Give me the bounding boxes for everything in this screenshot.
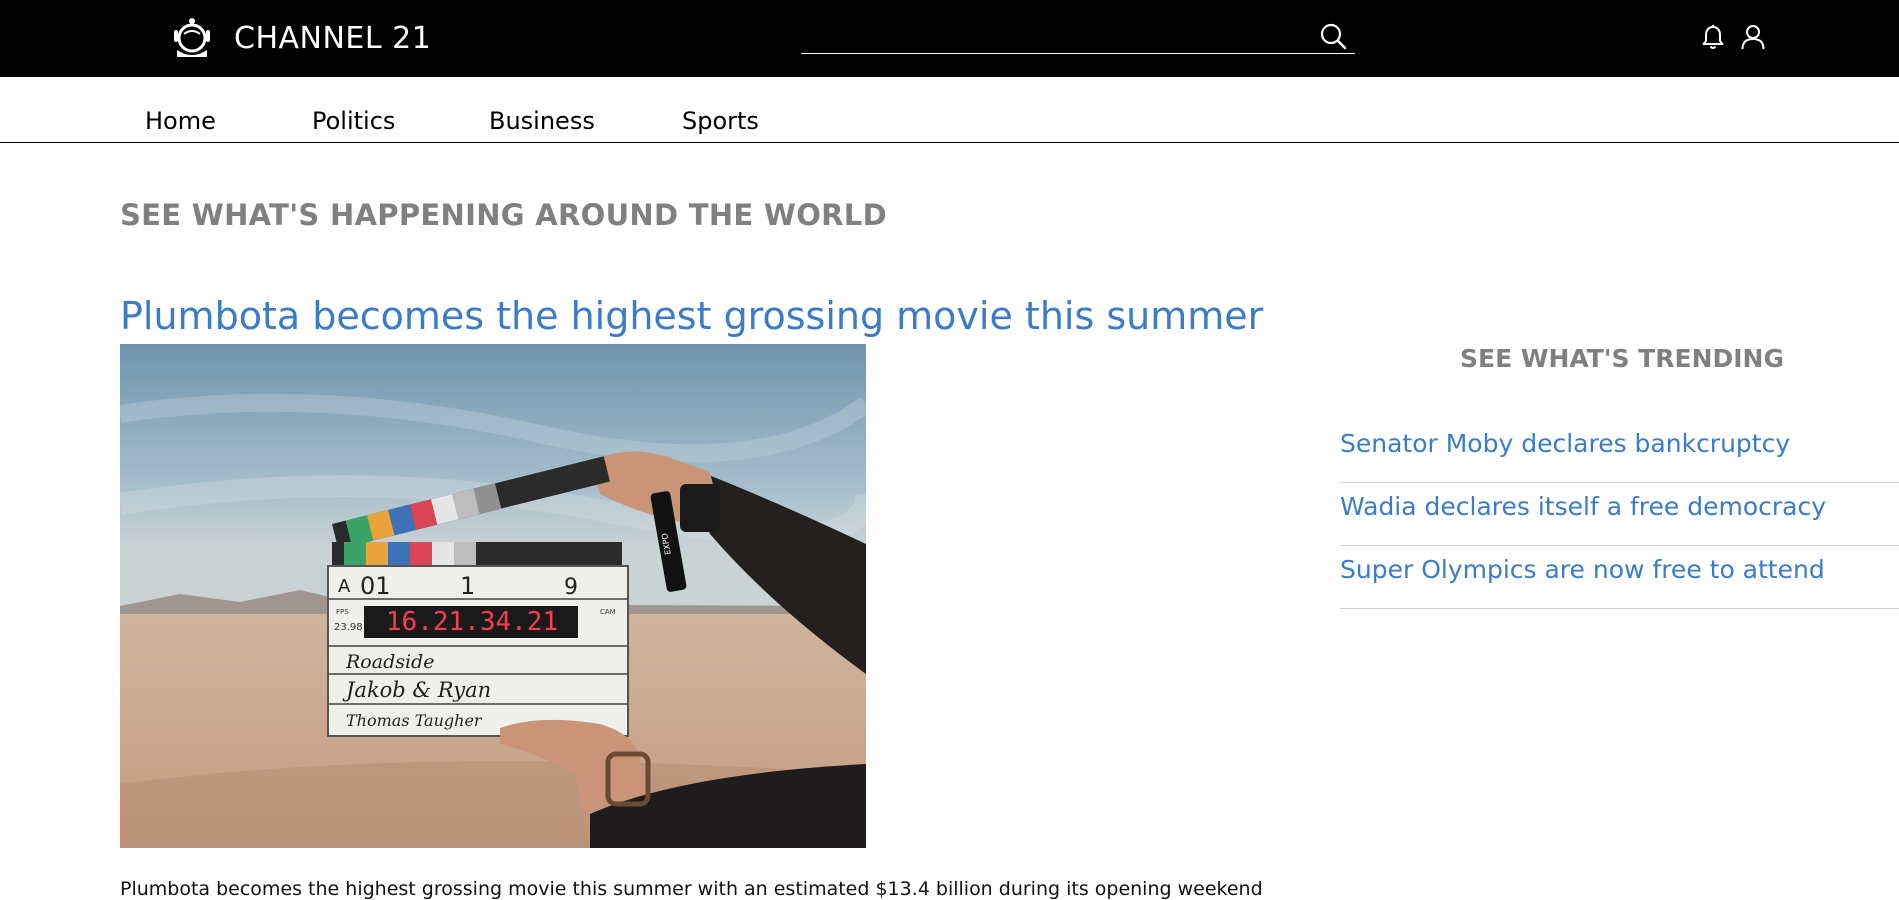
trending-item[interactable]: Super Olympics are now free to attend bbox=[1340, 546, 1899, 609]
trending-heading: SEE WHAT'S TRENDING bbox=[1460, 344, 1784, 373]
featured-headline-link[interactable]: Plumbota becomes the highest grossing mo… bbox=[120, 294, 1263, 338]
trending-list: Senator Moby declares bankcruptcy Wadia … bbox=[1340, 420, 1899, 609]
nav-item-business[interactable]: Business bbox=[489, 107, 595, 135]
trending-item[interactable]: Wadia declares itself a free democracy bbox=[1340, 483, 1899, 546]
slate-camera-op: Thomas Taugher bbox=[346, 711, 483, 730]
main-nav: Home Politics Business Sports bbox=[0, 77, 1899, 143]
brand-name: CHANNEL 21 bbox=[234, 20, 432, 56]
top-header: CHANNEL 21 bbox=[0, 0, 1899, 77]
slate-shot: 1 bbox=[460, 572, 475, 600]
slate-take: 9 bbox=[564, 575, 578, 600]
search-icon[interactable] bbox=[1319, 22, 1347, 50]
slate-roll: A bbox=[338, 576, 351, 597]
nav-item-politics[interactable]: Politics bbox=[312, 107, 395, 135]
featured-image[interactable]: 16.21.34.21 A 01 1 9 FPS 23.98 CAM Roads… bbox=[120, 344, 866, 848]
timecode-display: 16.21.34.21 bbox=[386, 607, 558, 637]
section-heading: SEE WHAT'S HAPPENING AROUND THE WORLD bbox=[120, 198, 887, 232]
article-summary: Plumbota becomes the highest grossing mo… bbox=[120, 878, 1263, 900]
user-icon[interactable] bbox=[1740, 24, 1766, 50]
slate-cam-label: CAM bbox=[600, 608, 616, 616]
bell-icon[interactable] bbox=[1700, 24, 1726, 50]
slate-fps-value: 23.98 bbox=[334, 622, 363, 633]
nav-item-sports[interactable]: Sports bbox=[682, 107, 759, 135]
search-bar bbox=[801, 18, 1355, 54]
nav-item-home[interactable]: Home bbox=[145, 107, 216, 135]
slate-production: Roadside bbox=[345, 651, 434, 673]
slate-director: Jakob & Ryan bbox=[342, 678, 491, 702]
slate-scene: 01 bbox=[360, 572, 391, 600]
trending-item[interactable]: Senator Moby declares bankcruptcy bbox=[1340, 420, 1899, 483]
slate-fps-label: FPS bbox=[336, 608, 349, 616]
astronaut-helmet-icon bbox=[174, 18, 210, 57]
film-clapperboard-photo: 16.21.34.21 A 01 1 9 FPS 23.98 CAM Roads… bbox=[120, 344, 866, 848]
brand-home-link[interactable]: CHANNEL 21 bbox=[170, 16, 431, 60]
search-input[interactable] bbox=[801, 18, 1301, 52]
